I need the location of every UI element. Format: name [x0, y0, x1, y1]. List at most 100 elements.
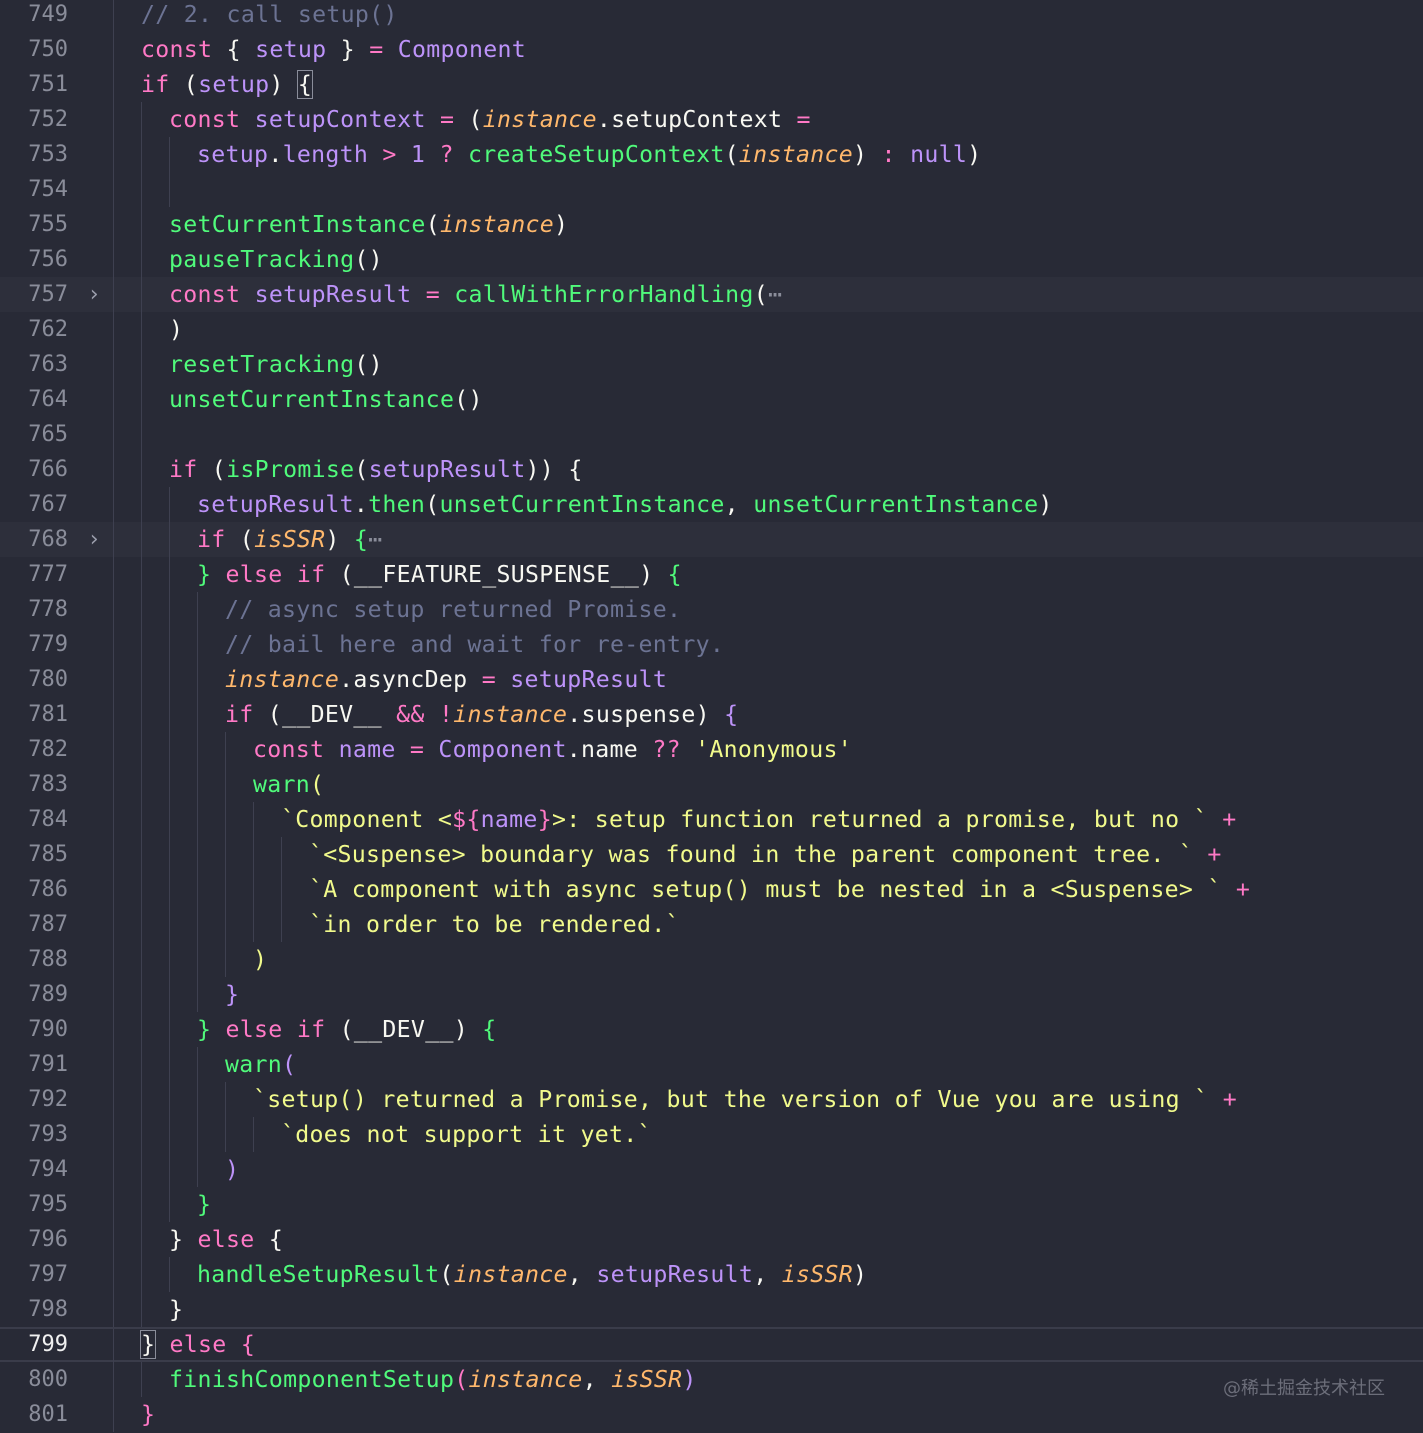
- code-line[interactable]: 782 const name = Component.name ?? 'Anony…: [0, 732, 1423, 767]
- indent-guide: [225, 837, 226, 872]
- code-token: pauseTracking: [169, 246, 355, 273]
- code-token: if: [197, 526, 226, 553]
- code-line[interactable]: 752 const setupContext = (instance.setupC…: [0, 102, 1423, 137]
- code-token: (: [724, 141, 739, 168]
- code-line[interactable]: 755 setCurrentInstance(instance): [0, 207, 1423, 242]
- code-token: +: [1207, 806, 1237, 833]
- indent-guide: [197, 697, 198, 732]
- code-token: `setup() returned a Promise, but the ver…: [253, 1086, 1209, 1113]
- indent-guide: [225, 767, 226, 802]
- code-line[interactable]: 786 `A component with async setup() must …: [0, 872, 1423, 907]
- code-line[interactable]: 785 `<Suspense> boundary was found in the…: [0, 837, 1423, 872]
- indent-guide: [197, 977, 198, 1012]
- indent-guide: [197, 1152, 198, 1187]
- code-line[interactable]: 800 finishComponentSetup(instance, isSSR): [0, 1362, 1423, 1397]
- code-text: pauseTracking(): [169, 242, 383, 277]
- code-token: ): [853, 141, 868, 168]
- indent-guide: [141, 1222, 142, 1257]
- code-token: .asyncDep: [339, 666, 482, 693]
- code-line[interactable]: 777} else if (__FEATURE_SUSPENSE__) {: [0, 557, 1423, 592]
- code-line[interactable]: 780 instance.asyncDep = setupResult: [0, 662, 1423, 697]
- code-line[interactable]: 757 › const setupResult = callWithErrorHan…: [0, 277, 1423, 312]
- code-line[interactable]: 764 unsetCurrentInstance(): [0, 382, 1423, 417]
- code-line[interactable]: 766 if (isPromise(setupResult)) {: [0, 452, 1423, 487]
- code-editor[interactable]: 749 // 2. call setup() 750 const { setup } …: [0, 0, 1423, 1433]
- code-line[interactable]: 798}: [0, 1292, 1423, 1327]
- line-number: 785: [28, 842, 68, 867]
- code-token: instance: [453, 701, 568, 728]
- code-line[interactable]: 767 setupResult.then(unsetCurrentInstance…: [0, 487, 1423, 522]
- code-token: {: [268, 1226, 284, 1253]
- code-token: ): [967, 141, 982, 168]
- chevron-right-icon[interactable]: ›: [84, 522, 104, 557]
- code-line[interactable]: 763 resetTracking(): [0, 347, 1423, 382]
- code-token: ): [225, 1156, 240, 1183]
- code-line[interactable]: 756 pauseTracking(): [0, 242, 1423, 277]
- code-token: ): [1038, 491, 1053, 518]
- code-line[interactable]: 789}: [0, 977, 1423, 1012]
- code-token: ): [325, 526, 354, 553]
- indent-guide: [113, 977, 114, 1012]
- code-line[interactable]: 784 `Component <${name}>: setup function …: [0, 802, 1423, 837]
- code-text: }: [225, 977, 239, 1012]
- chevron-right-icon[interactable]: ›: [84, 277, 104, 312]
- code-line[interactable]: 753 setup.length > 1 ? createSetupContext…: [0, 137, 1423, 172]
- line-number: 801: [28, 1402, 68, 1427]
- indent-guide: [113, 172, 114, 207]
- code-token: =: [395, 736, 439, 763]
- code-token: setup: [255, 36, 327, 63]
- code-text: } else {: [139, 1329, 255, 1360]
- code-line[interactable]: 790} else if (__DEV__) {: [0, 1012, 1423, 1047]
- code-line[interactable]: 768 › if (isSSR) {⋯: [0, 522, 1423, 557]
- indent-guide: [113, 1329, 114, 1364]
- code-line[interactable]: 801}: [0, 1397, 1423, 1432]
- code-line[interactable]: 795}: [0, 1187, 1423, 1222]
- indent-guide: [113, 1082, 114, 1117]
- code-line[interactable]: 794): [0, 1152, 1423, 1187]
- line-number: 787: [28, 912, 68, 937]
- code-token: instance: [468, 1366, 583, 1393]
- code-line[interactable]: 781 if (__DEV__ && !instance.suspense) {: [0, 697, 1423, 732]
- code-line[interactable]: 765: [0, 417, 1423, 452]
- code-token: (: [354, 456, 369, 483]
- line-number: 779: [28, 632, 68, 657]
- line-number: 786: [28, 877, 68, 902]
- code-line[interactable]: 791 warn(: [0, 1047, 1423, 1082]
- code-line[interactable]: 762): [0, 312, 1423, 347]
- code-line[interactable]: 750 const { setup } = Component: [0, 32, 1423, 67]
- code-token: }: [326, 36, 370, 63]
- indent-guide: [113, 732, 114, 767]
- indent-guide: [169, 697, 170, 732]
- code-line[interactable]: 787 `in order to be rendered.`: [0, 907, 1423, 942]
- code-line[interactable]: 797 handleSetupResult(instance, setupResu…: [0, 1257, 1423, 1292]
- code-line[interactable]: 778 // async setup returned Promise.: [0, 592, 1423, 627]
- code-text: } else {: [169, 1222, 283, 1257]
- code-token: }: [197, 1191, 212, 1218]
- code-line[interactable]: 796} else {: [0, 1222, 1423, 1257]
- code-line[interactable]: 799 } else {: [0, 1327, 1423, 1364]
- code-token: warn: [225, 1051, 283, 1078]
- code-token: ): [169, 316, 184, 343]
- code-line[interactable]: 749 // 2. call setup(): [0, 0, 1423, 32]
- code-line[interactable]: 792 `setup() returned a Promise, but the …: [0, 1082, 1423, 1117]
- code-line[interactable]: 793 `does not support it yet.`: [0, 1117, 1423, 1152]
- code-token: }: [197, 561, 212, 588]
- code-token: ): [269, 71, 298, 98]
- indent-guide: [253, 837, 254, 872]
- code-token: ): [639, 561, 668, 588]
- code-line[interactable]: 751 if (setup) {: [0, 67, 1423, 102]
- code-token: (: [468, 106, 483, 133]
- code-line[interactable]: 783 warn(: [0, 767, 1423, 802]
- code-line[interactable]: 779 // bail here and wait for re-entry.: [0, 627, 1423, 662]
- code-line[interactable]: 754: [0, 172, 1423, 207]
- code-text: setupResult.then(unsetCurrentInstance, u…: [197, 487, 1053, 522]
- line-number: 799: [28, 1332, 68, 1357]
- code-text: `<Suspense> boundary was found in the pa…: [309, 837, 1222, 872]
- code-line[interactable]: 788): [0, 942, 1423, 977]
- line-number: 778: [28, 597, 68, 622]
- code-token: const: [169, 281, 241, 308]
- indent-guide: [113, 1257, 114, 1292]
